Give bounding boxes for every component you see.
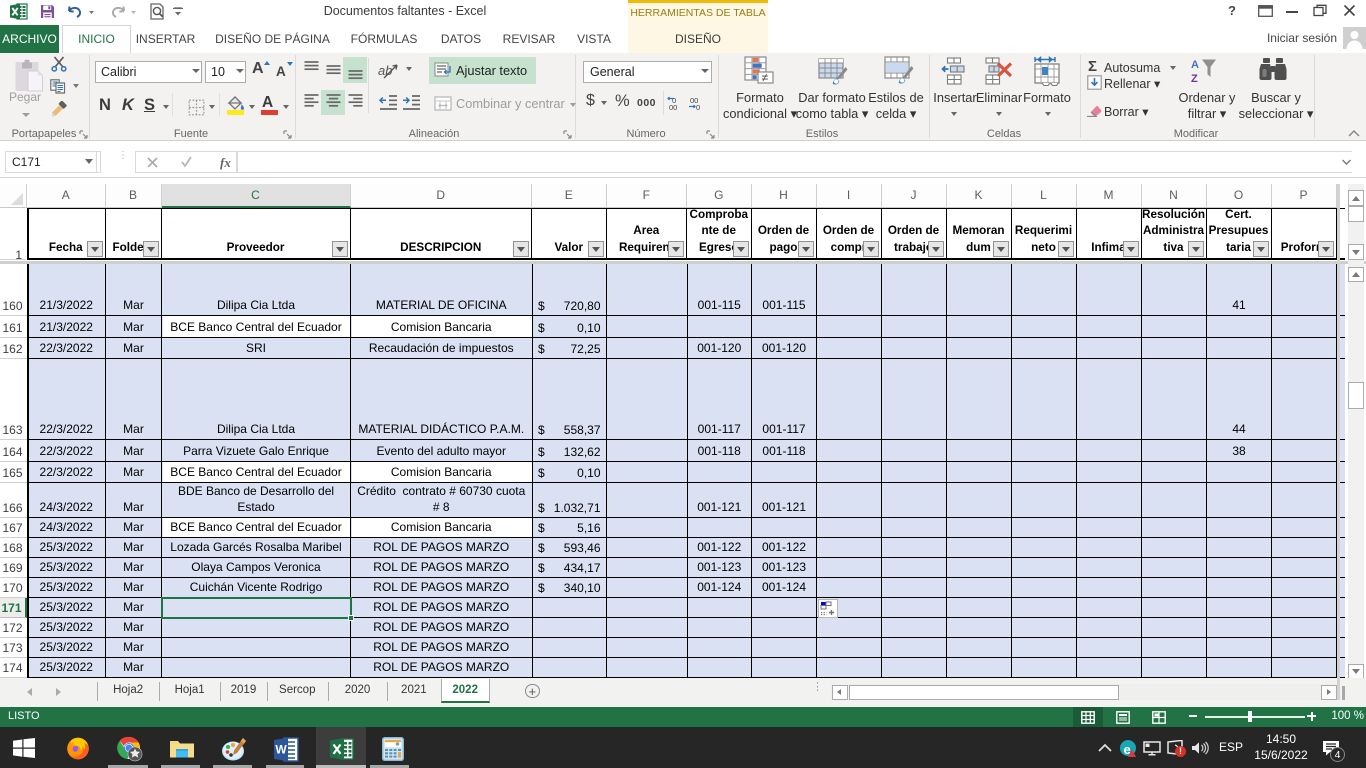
svg-text:W: W bbox=[275, 743, 287, 757]
svg-text:Z: Z bbox=[1191, 73, 1198, 85]
svg-text:A: A bbox=[1191, 59, 1199, 71]
svg-text:0: 0 bbox=[696, 103, 700, 111]
svg-text:ab: ab bbox=[378, 63, 392, 78]
svg-text:fx: fx bbox=[220, 156, 231, 170]
svg-text:≠: ≠ bbox=[762, 71, 769, 85]
svg-text:00: 00 bbox=[669, 103, 677, 111]
